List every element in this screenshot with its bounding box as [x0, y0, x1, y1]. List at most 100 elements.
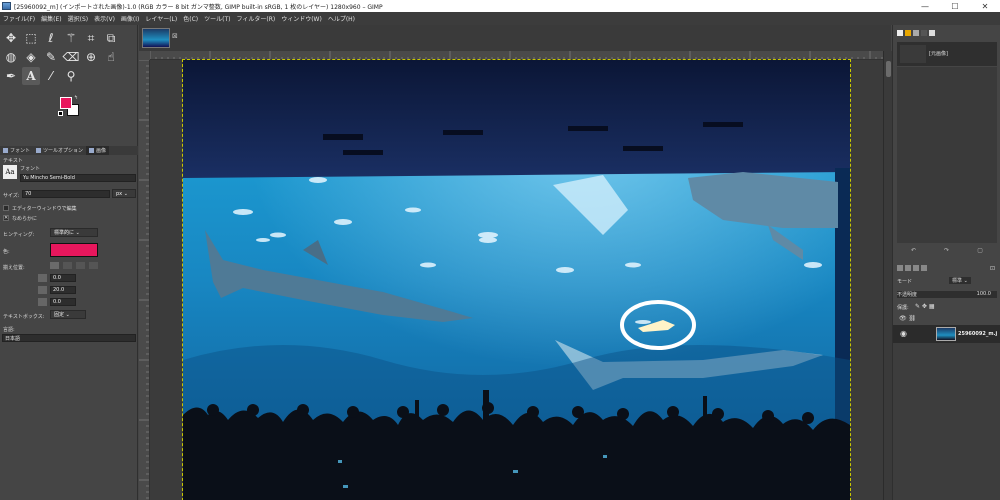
tab-images[interactable]: 画像: [86, 146, 110, 155]
gradients-tab-icon[interactable]: [921, 30, 927, 36]
move-tool-icon[interactable]: ✥: [2, 29, 20, 47]
language-label: 言語:: [3, 327, 15, 333]
menu-select[interactable]: 選択(S): [68, 14, 89, 23]
swap-colors-icon[interactable]: ↰: [74, 95, 78, 101]
text-box-label: テキストボックス:: [3, 314, 45, 320]
dock-menu-icon[interactable]: ⊡: [990, 265, 995, 272]
image-list[interactable]: [元画像]: [897, 42, 997, 66]
tool-options-tabs: フォント ツールオプション 画像: [0, 146, 138, 155]
zoom-tool-icon[interactable]: ⚲: [62, 67, 80, 85]
hinting-label: ヒンティング:: [3, 232, 35, 238]
font-preview-icon[interactable]: Aa: [3, 165, 17, 179]
minimize-button[interactable]: —: [910, 0, 940, 12]
menu-edit[interactable]: 編集(E): [41, 14, 61, 23]
image-list-label: [元画像]: [929, 51, 948, 57]
size-unit-select[interactable]: px ⌄: [112, 189, 136, 198]
image-canvas[interactable]: [182, 59, 851, 500]
close-tab-icon[interactable]: ⊠: [172, 32, 178, 40]
lock-icons[interactable]: ✎ ✥ ▦: [915, 303, 935, 310]
paths-tab-icon[interactable]: [913, 265, 919, 271]
font-label: フォント: [20, 166, 41, 172]
size-input[interactable]: 70: [22, 190, 110, 198]
antialias-checkbox[interactable]: ✕: [3, 215, 9, 221]
color-swatches: ↰: [57, 95, 83, 121]
unified-transform-tool-icon[interactable]: ⧉: [102, 29, 120, 47]
undo-icon[interactable]: ↶: [911, 247, 916, 254]
text-tool-icon[interactable]: A: [22, 67, 40, 85]
letter-spacing-input[interactable]: 0.0: [50, 298, 76, 306]
layer-row[interactable]: ◉ 25960092_m.j: [893, 325, 1000, 343]
justify-left-icon[interactable]: [50, 262, 59, 269]
clear-history-icon[interactable]: ▢: [977, 247, 983, 254]
menu-view[interactable]: 表示(V): [94, 14, 115, 23]
horizontal-ruler: [150, 51, 883, 60]
redo-icon[interactable]: ↷: [944, 247, 949, 254]
smudge-tool-icon[interactable]: ☝: [102, 48, 120, 66]
section-title: テキスト: [3, 158, 23, 164]
dock-panel-area: [897, 67, 997, 243]
close-button[interactable]: ✕: [970, 0, 1000, 12]
indent-icon: [38, 274, 47, 282]
text-box-select[interactable]: 固定 ⌄: [50, 310, 86, 319]
channels-tab-icon[interactable]: [905, 265, 911, 271]
lasso-tool-icon[interactable]: ℓ: [42, 29, 60, 47]
scrollbar-thumb[interactable]: [886, 61, 891, 77]
fuzzy-select-tool-icon[interactable]: ⚚: [62, 29, 80, 47]
image-tab-thumbnail[interactable]: [142, 28, 170, 48]
layers-tab-icon[interactable]: [897, 265, 903, 271]
lock-label: 保護:: [897, 305, 909, 311]
justify-right-icon[interactable]: [63, 262, 72, 269]
justify-center-icon[interactable]: [76, 262, 85, 269]
bucket-fill-tool-icon[interactable]: ◈: [22, 48, 40, 66]
menu-help[interactable]: ヘルプ(H): [328, 14, 355, 23]
indent-input[interactable]: 0.0: [50, 274, 76, 282]
menu-layer[interactable]: レイヤー(L): [145, 14, 177, 23]
layer-thumbnail: [936, 327, 956, 341]
history-tab-icon[interactable]: [921, 265, 927, 271]
color-label: 色:: [3, 249, 10, 255]
layer-list[interactable]: ◉ 25960092_m.j: [893, 325, 1000, 500]
hinting-select[interactable]: 標準的に ⌄: [50, 228, 98, 237]
tool-options-panel: テキスト Aa フォント Yu Mincho Semi-Bold サイズ: 70…: [0, 156, 138, 346]
mode-select[interactable]: 標準 ⌄: [949, 277, 971, 284]
tab-fonts[interactable]: フォント: [0, 146, 33, 155]
use-editor-checkbox[interactable]: [3, 205, 9, 211]
eye-icon[interactable]: ◉: [900, 329, 907, 338]
tool-options-tab-icon: [36, 148, 42, 153]
patterns-tab-icon[interactable]: [913, 30, 919, 36]
reset-colors-icon[interactable]: [58, 111, 63, 116]
menu-tools[interactable]: ツール(T): [204, 14, 230, 23]
menu-colors[interactable]: 色(C): [183, 14, 198, 23]
brushes-tab-icon[interactable]: [905, 30, 911, 36]
fonts-tab-icon[interactable]: [929, 30, 935, 36]
text-color-button[interactable]: [50, 243, 98, 257]
color-picker-tool-icon[interactable]: ⁄: [42, 67, 60, 85]
images-tab-icon[interactable]: [897, 30, 903, 36]
maximize-button[interactable]: ☐: [940, 0, 970, 12]
paths-tool-icon[interactable]: ✒: [2, 67, 20, 85]
clone-tool-icon[interactable]: ⊕: [82, 48, 100, 66]
opacity-slider[interactable]: 不透明度 100.0: [897, 291, 997, 298]
vertical-scrollbar[interactable]: [883, 51, 892, 500]
font-input[interactable]: Yu Mincho Semi-Bold: [20, 174, 136, 182]
paintbrush-tool-icon[interactable]: ✎: [42, 48, 60, 66]
warp-transform-tool-icon[interactable]: ◍: [2, 48, 20, 66]
menu-filters[interactable]: フィルター(R): [236, 14, 275, 23]
size-label: サイズ:: [3, 193, 20, 199]
justify-fill-icon[interactable]: [89, 262, 98, 269]
undo-redo-bar: ↶ ↷ ▢: [897, 245, 997, 255]
language-input[interactable]: 日本語: [2, 334, 136, 342]
image-tab-strip: ⊠: [139, 25, 891, 51]
foreground-color-swatch[interactable]: [60, 97, 72, 109]
aquarium-photo: [183, 60, 850, 500]
line-spacing-input[interactable]: 20.0: [50, 286, 76, 294]
tab-tool-options[interactable]: ツールオプション: [33, 146, 86, 155]
eraser-tool-icon[interactable]: ⌫: [62, 48, 80, 66]
crop-tool-icon[interactable]: ⌗: [82, 29, 100, 47]
layer-name: 25960092_m.j: [958, 331, 998, 337]
menu-windows[interactable]: ウィンドウ(W): [281, 14, 322, 23]
menu-file[interactable]: ファイル(F): [3, 14, 35, 23]
rect-select-tool-icon[interactable]: ⬚: [22, 29, 40, 47]
menu-image[interactable]: 画像(I): [121, 14, 139, 23]
layer-header-icons: 👁 ⛓: [899, 315, 917, 322]
